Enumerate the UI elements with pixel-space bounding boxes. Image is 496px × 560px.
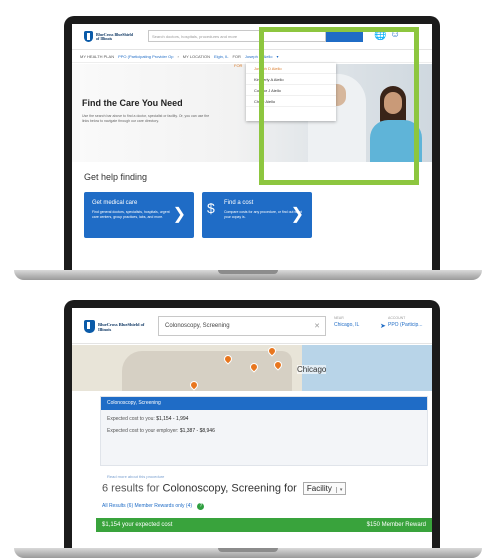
- help-title: Get help finding: [84, 172, 148, 182]
- shield-icon: [84, 320, 95, 333]
- results-heading: 6 results for Colonoscopy, Screening for…: [102, 482, 347, 495]
- cost-panel: Colonoscopy, Screening Expected cost to …: [100, 396, 428, 479]
- read-more-link[interactable]: Read more about this procedure: [107, 474, 164, 479]
- chevron-down-icon: ▾: [335, 487, 342, 493]
- laptop-lid: BlueCross BlueShield of Illinois Search …: [64, 16, 440, 270]
- laptop-top: BlueCross BlueShield of Illinois Search …: [0, 0, 496, 290]
- chevron-right-icon: ❯: [290, 206, 304, 223]
- laptop-notch: [218, 548, 278, 552]
- card-title: Find a cost: [224, 200, 254, 206]
- result-card-header[interactable]: $1,154 your expected cost $150 Member Re…: [96, 518, 432, 532]
- cost-to-employer: Expected cost to your employer: $1,387 -…: [107, 428, 215, 434]
- plan-select[interactable]: PPO (Participating Provider Op: [118, 54, 173, 59]
- location-select[interactable]: Elgin, IL: [214, 54, 228, 59]
- my-location-label: MY LOCATION: [182, 54, 210, 59]
- expected-cost: $1,154 your expected cost: [102, 522, 173, 528]
- bcbs-logo[interactable]: BlueCross BlueShield of Illinois: [84, 31, 136, 42]
- result-tabs-label[interactable]: All Results (6) Member Rewards only (4): [102, 503, 192, 509]
- find-a-cost-card[interactable]: $ Find a cost Compare costs for any proc…: [202, 192, 312, 238]
- near-field[interactable]: NEAR Chicago, IL: [334, 316, 359, 328]
- for-label: FOR: [232, 54, 241, 59]
- screen-search-results: BlueCross BlueShield of Illinois Colonos…: [72, 308, 432, 550]
- hero-description: Use the search bar above to find a docto…: [82, 114, 210, 123]
- chevron-right-icon: ›: [177, 54, 179, 59]
- account-value: PPO (Particip...: [388, 322, 423, 328]
- get-medical-care-card[interactable]: Get medical care Find general doctors, s…: [84, 192, 194, 238]
- site-header: BlueCross BlueShield of Illinois Colonos…: [72, 308, 432, 344]
- procedure-title: Colonoscopy, Screening: [101, 397, 427, 410]
- clear-icon[interactable]: ✕: [314, 322, 320, 330]
- logo-text: BlueCross BlueShield of Illinois: [96, 31, 133, 41]
- laptop-bottom: BlueCross BlueShield of Illinois Colonos…: [0, 290, 496, 560]
- results-map[interactable]: Chicago: [72, 345, 432, 391]
- city-area: [122, 351, 292, 391]
- cost-to-you: Expected cost to you: $1,154 - 1,994: [107, 416, 189, 422]
- highlight-frame: [259, 27, 419, 185]
- logo-text: BlueCross BlueShield of Illinois: [98, 321, 145, 332]
- result-tabs[interactable]: All Results (6) Member Rewards only (4) …: [102, 503, 205, 510]
- help-icon[interactable]: ?: [197, 503, 205, 510]
- laptop-notch: [218, 270, 278, 274]
- location-arrow-icon[interactable]: ➤: [380, 322, 386, 330]
- screen-find-care: BlueCross BlueShield of Illinois Search …: [72, 24, 432, 270]
- search-input[interactable]: Colonoscopy, Screening ✕: [158, 316, 326, 336]
- near-value: Chicago, IL: [334, 322, 360, 328]
- results-count: 6 results for: [102, 482, 160, 495]
- facility-select[interactable]: Facility ▾: [302, 482, 347, 495]
- chevron-right-icon: ❯: [172, 206, 186, 223]
- page-title: Find the Care You Need: [82, 98, 183, 108]
- account-field[interactable]: ACCOUNT PPO (Particip...: [388, 316, 422, 328]
- my-health-plan-label: MY HEALTH PLAN: [80, 54, 115, 59]
- search-value: Colonoscopy, Screening: [165, 323, 230, 329]
- laptop-lid: BlueCross BlueShield of Illinois Colonos…: [64, 300, 440, 550]
- card-title: Get medical care: [92, 200, 138, 206]
- card-description: Find general doctors, specialists, hospi…: [92, 210, 170, 219]
- shield-icon: [84, 31, 93, 42]
- account-label: ACCOUNT: [388, 316, 406, 320]
- near-label: NEAR: [334, 316, 344, 320]
- member-reward: $150 Member Reward: [366, 522, 426, 528]
- map-city-label: Chicago: [297, 365, 327, 374]
- dropdown-for-label: FOR: [234, 63, 243, 68]
- bcbs-logo[interactable]: BlueCross BlueShield of Illinois: [84, 320, 148, 333]
- dollar-icon: $: [207, 200, 215, 216]
- results-query: Colonoscopy, Screening for: [162, 482, 297, 495]
